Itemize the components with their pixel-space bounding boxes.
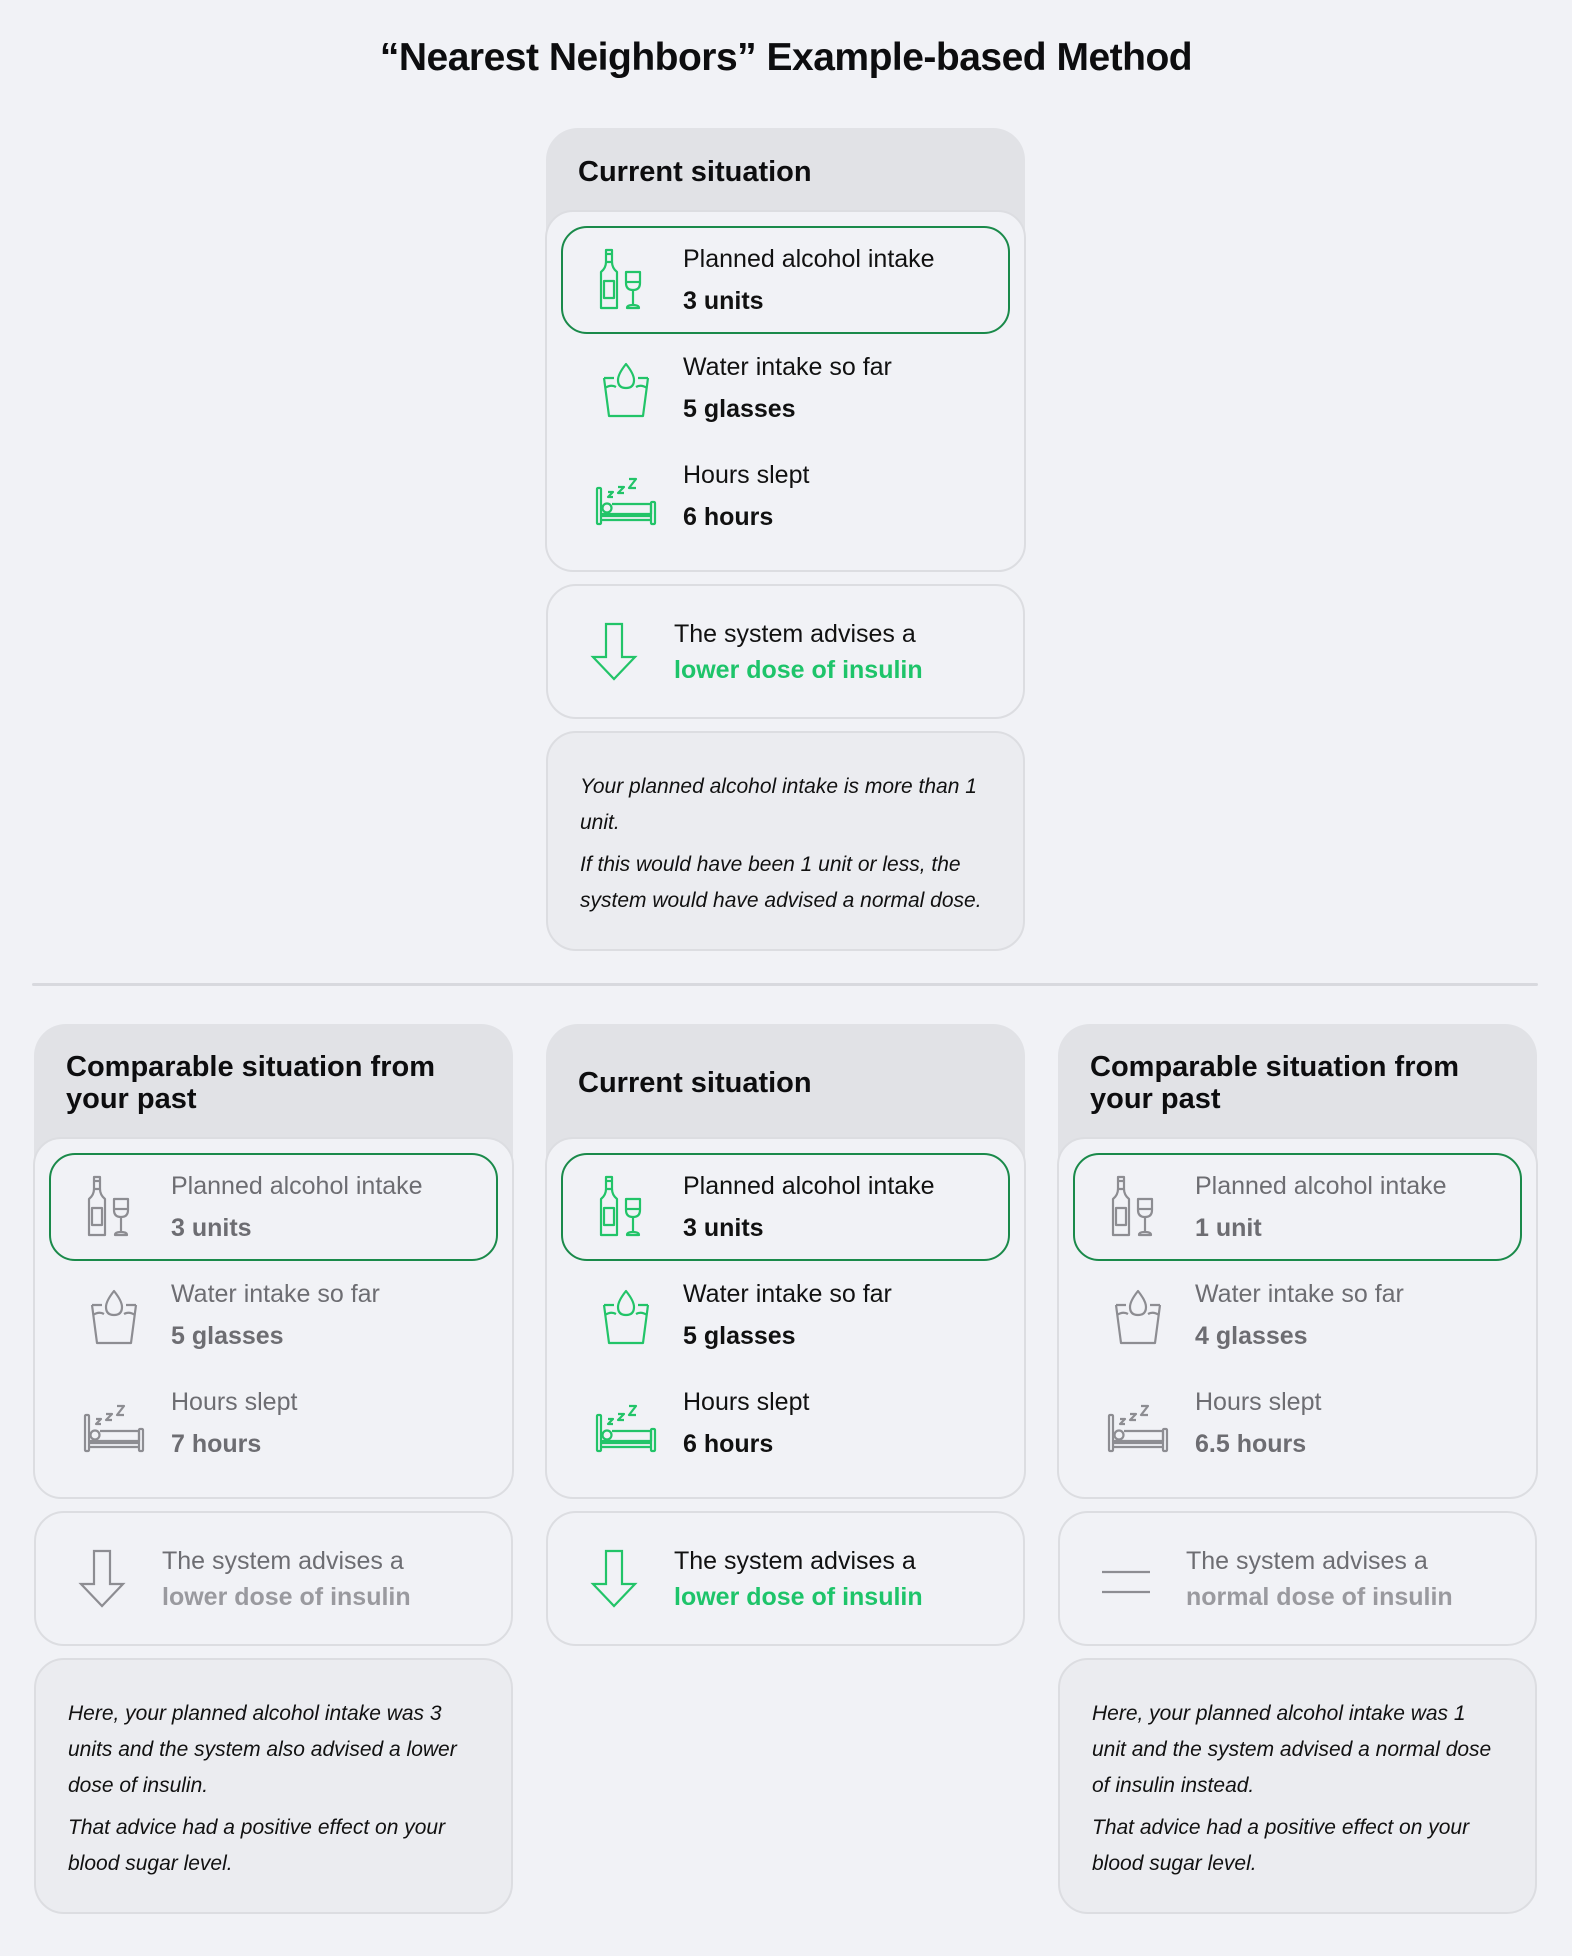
current-situation-column: Current situation Planned alcohol intake… <box>545 1024 1026 1646</box>
water-glass-icon <box>51 1263 171 1367</box>
wine-bottle-glass-icon <box>563 228 683 332</box>
explanation-text: That advice had a positive effect on you… <box>1092 1816 1470 1875</box>
page-title: “Nearest Neighbors” Example-based Method <box>379 36 1193 79</box>
factor-value: 3 units <box>683 287 764 315</box>
advice-dose: lower dose of insulin <box>674 655 923 684</box>
factor-row-sleep: Hours slept 6 hours <box>561 442 1010 550</box>
water-glass-icon <box>1075 1263 1195 1367</box>
past-situation-column-right: Comparable situation from your past Plan… <box>1057 1024 1538 1914</box>
factor-value: 1 unit <box>1195 1214 1262 1242</box>
card-body: Planned alcohol intake 1 unit Water intak… <box>1057 1137 1538 1499</box>
current-situation-card: Current situation Planned alcohol intake… <box>545 1024 1026 1499</box>
factor-row-sleep: Hours slept 6 hours <box>561 1369 1010 1477</box>
advice-prefix: The system advises a <box>674 1546 916 1575</box>
advice-dose: lower dose of insulin <box>162 1582 411 1611</box>
factor-row-sleep: Hours slept 6.5 hours <box>1073 1369 1522 1477</box>
factor-label: Hours slept <box>1195 1388 1322 1416</box>
explanation-text: Here, your planned alcohol intake was 3 … <box>68 1702 457 1797</box>
advice-dose: normal dose of insulin <box>1186 1582 1453 1611</box>
advice-prefix: The system advises a <box>1186 1546 1428 1575</box>
factor-value: 5 glasses <box>171 1322 284 1350</box>
water-glass-icon <box>563 1263 683 1367</box>
advice-box: The system advises a lower dose of insuli… <box>546 584 1025 719</box>
advice-box: The system advises a lower dose of insuli… <box>546 1511 1025 1646</box>
factor-row-alcohol: Planned alcohol intake 3 units <box>561 1153 1010 1261</box>
card-body: Planned alcohol intake 3 units Water inta… <box>545 1137 1026 1499</box>
advice-prefix: The system advises a <box>674 619 916 648</box>
card-heading: Comparable situation from your past <box>66 1050 435 1115</box>
card-body: Planned alcohol intake 3 units Water inta… <box>33 1137 514 1499</box>
comparable-situation-card: Comparable situation from your past Plan… <box>1057 1024 1538 1499</box>
explanation-text: Here, your planned alcohol intake was 1 … <box>1092 1702 1492 1797</box>
factor-row-sleep: Hours slept 7 hours <box>49 1369 498 1477</box>
factor-label: Water intake so far <box>171 1280 380 1308</box>
factor-row-water: Water intake so far 4 glasses <box>1073 1261 1522 1369</box>
factor-value: 5 glasses <box>683 395 796 423</box>
card-body: Planned alcohol intake 3 units Water inta… <box>545 210 1026 572</box>
factor-label: Planned alcohol intake <box>171 1172 423 1200</box>
explanation-text: If this would have been 1 unit or less, … <box>580 853 982 912</box>
bed-sleep-icon <box>1075 1371 1195 1475</box>
factor-row-water: Water intake so far 5 glasses <box>561 1261 1010 1369</box>
factor-row-water: Water intake so far 5 glasses <box>49 1261 498 1369</box>
card-heading: Current situation <box>578 156 812 188</box>
factor-row-water: Water intake so far 5 glasses <box>561 334 1010 442</box>
arrow-down-icon <box>548 621 674 683</box>
factor-value: 6 hours <box>683 1430 774 1458</box>
factor-label: Water intake so far <box>683 1280 892 1308</box>
factor-label: Hours slept <box>171 1388 298 1416</box>
wine-bottle-glass-icon <box>563 1155 683 1259</box>
comparable-situation-card: Comparable situation from your past Plan… <box>33 1024 514 1499</box>
section-divider <box>32 983 1538 986</box>
factor-label: Planned alcohol intake <box>683 1172 935 1200</box>
advice-prefix: The system advises a <box>162 1546 404 1575</box>
factor-row-alcohol: Planned alcohol intake 3 units <box>561 226 1010 334</box>
factor-value: 7 hours <box>171 1430 262 1458</box>
factor-label: Water intake so far <box>683 353 892 381</box>
arrow-down-icon <box>548 1548 674 1610</box>
past-situation-column-left: Comparable situation from your past Plan… <box>33 1024 514 1914</box>
factor-row-alcohol: Planned alcohol intake 3 units <box>49 1153 498 1261</box>
advice-dose: lower dose of insulin <box>674 1582 923 1611</box>
bed-sleep-icon <box>563 444 683 548</box>
water-glass-icon <box>563 336 683 440</box>
wine-bottle-glass-icon <box>51 1155 171 1259</box>
explanation-box: Here, your planned alcohol intake was 1 … <box>1058 1658 1537 1914</box>
factor-value: 5 glasses <box>683 1322 796 1350</box>
explanation-box: Here, your planned alcohol intake was 3 … <box>34 1658 513 1914</box>
bed-sleep-icon <box>563 1371 683 1475</box>
factor-label: Hours slept <box>683 1388 810 1416</box>
wine-bottle-glass-icon <box>1075 1155 1195 1259</box>
explanation-text: Your planned alcohol intake is more than… <box>580 775 977 834</box>
factor-label: Water intake so far <box>1195 1280 1404 1308</box>
factor-value: 3 units <box>171 1214 252 1242</box>
advice-box: The system advises a lower dose of insuli… <box>34 1511 513 1646</box>
factor-value: 3 units <box>683 1214 764 1242</box>
advice-box: The system advises a normal dose of insul… <box>1058 1511 1537 1646</box>
current-situation-card: Current situation Planned alcohol intake… <box>545 128 1026 572</box>
factor-label: Planned alcohol intake <box>683 245 935 273</box>
factor-value: 4 glasses <box>1195 1322 1308 1350</box>
explanation-text: That advice had a positive effect on you… <box>68 1816 446 1875</box>
factor-value: 6 hours <box>683 503 774 531</box>
factor-label: Hours slept <box>683 461 810 489</box>
arrow-down-icon <box>36 1548 162 1610</box>
factor-value: 6.5 hours <box>1195 1430 1307 1458</box>
equals-icon <box>1060 1548 1186 1610</box>
top-current-column: Current situation Planned alcohol intake… <box>545 128 1026 951</box>
factor-row-alcohol: Planned alcohol intake 1 unit <box>1073 1153 1522 1261</box>
factor-label: Planned alcohol intake <box>1195 1172 1447 1200</box>
card-heading: Comparable situation from your past <box>1090 1050 1459 1115</box>
card-heading: Current situation <box>578 1066 812 1099</box>
explanation-box: Your planned alcohol intake is more than… <box>546 731 1025 951</box>
bed-sleep-icon <box>51 1371 171 1475</box>
